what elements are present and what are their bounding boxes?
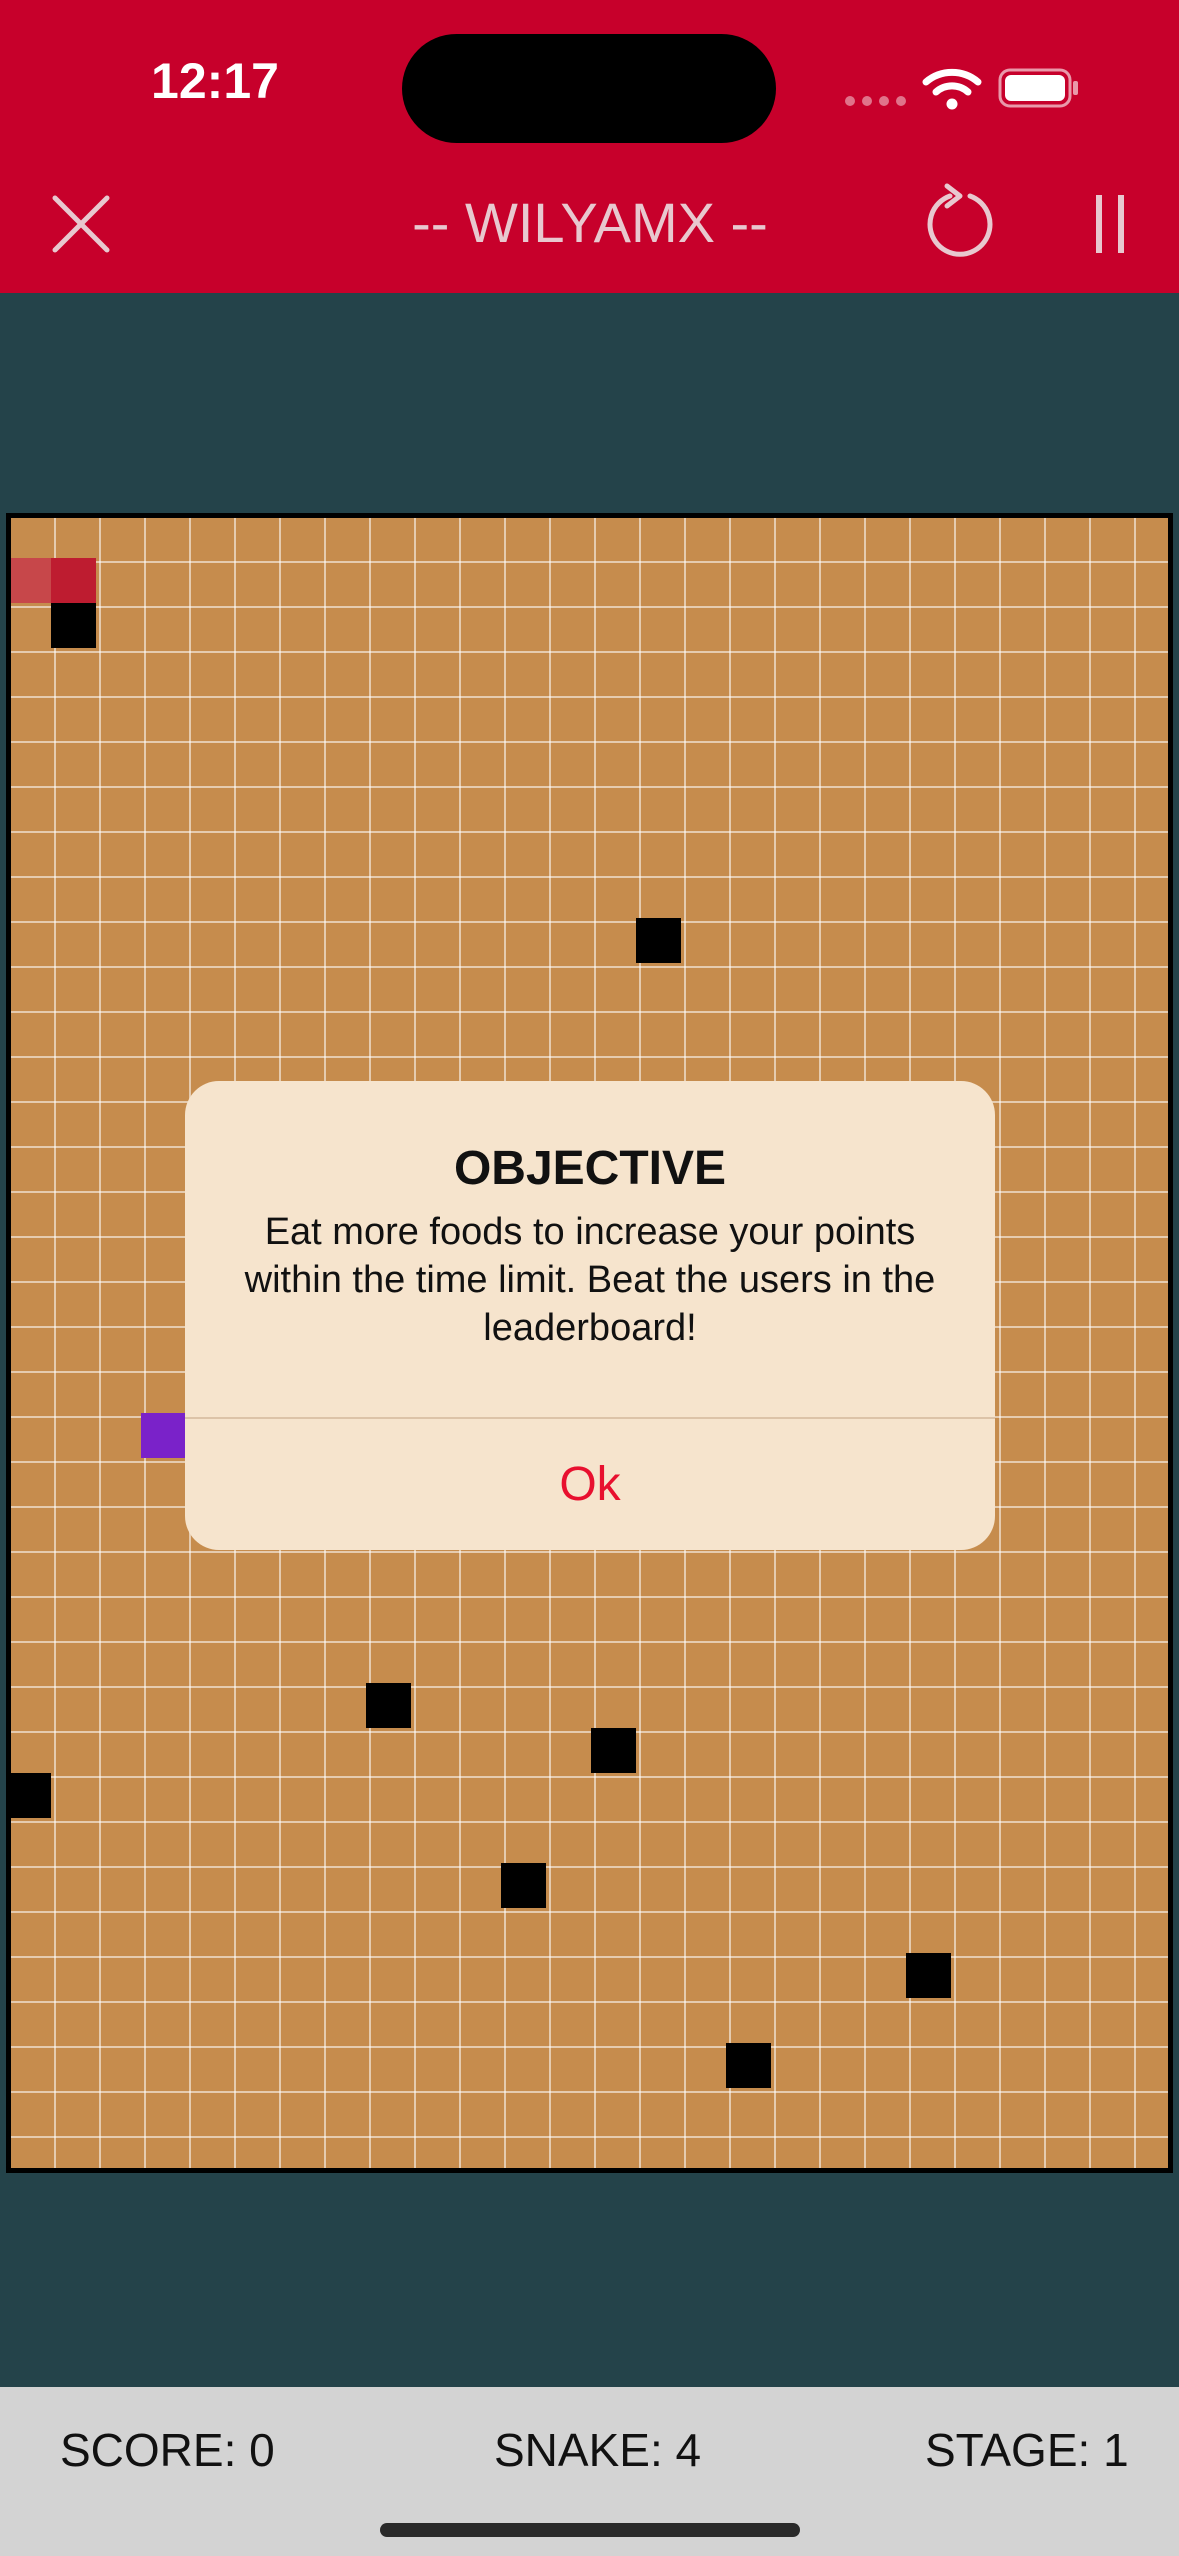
close-icon[interactable]: [45, 188, 117, 260]
objective-dialog: OBJECTIVE Eat more foods to increase you…: [185, 1081, 995, 1550]
pause-icon[interactable]: [1090, 195, 1130, 253]
restart-icon[interactable]: [920, 182, 1000, 262]
snake-length-label: SNAKE: 4: [494, 2424, 702, 2476]
obstacle-block: [501, 1863, 546, 1908]
ok-button[interactable]: Ok: [185, 1419, 995, 1550]
obstacle-block: [591, 1728, 636, 1773]
home-indicator: [380, 2523, 800, 2537]
status-time: 12:17: [151, 53, 279, 109]
cellular-signal-icon: [845, 96, 907, 108]
dialog-message: Eat more foods to increase your points w…: [244, 1211, 936, 1349]
obstacle-block: [906, 1953, 951, 1998]
dialog-title: OBJECTIVE: [453, 1142, 727, 1195]
obstacle-block: [726, 2043, 771, 2088]
snake-head: [51, 558, 96, 603]
score-label: SCORE: 0: [60, 2424, 275, 2476]
battery-icon: [998, 68, 1078, 108]
obstacle-block: [11, 1773, 51, 1818]
snake-tail: [11, 558, 56, 603]
wifi-icon: [922, 68, 982, 110]
obstacle-block: [366, 1683, 411, 1728]
obstacle-block: [51, 603, 96, 648]
dynamic-island: [402, 34, 776, 143]
obstacle-block: [636, 918, 681, 963]
stage-label: STAGE: 1: [925, 2424, 1129, 2476]
app-title: -- WILYAMX --: [412, 191, 768, 254]
header-bar: 12:17 -- WILYAMX --: [0, 0, 1179, 293]
game-screen: 12:17 -- WILYAMX -- OBJECTIVE Eat more f…: [0, 0, 1179, 2556]
food-item: [141, 1413, 186, 1458]
stats-bar: SCORE: 0 SNAKE: 4 STAGE: 1: [0, 2387, 1179, 2556]
